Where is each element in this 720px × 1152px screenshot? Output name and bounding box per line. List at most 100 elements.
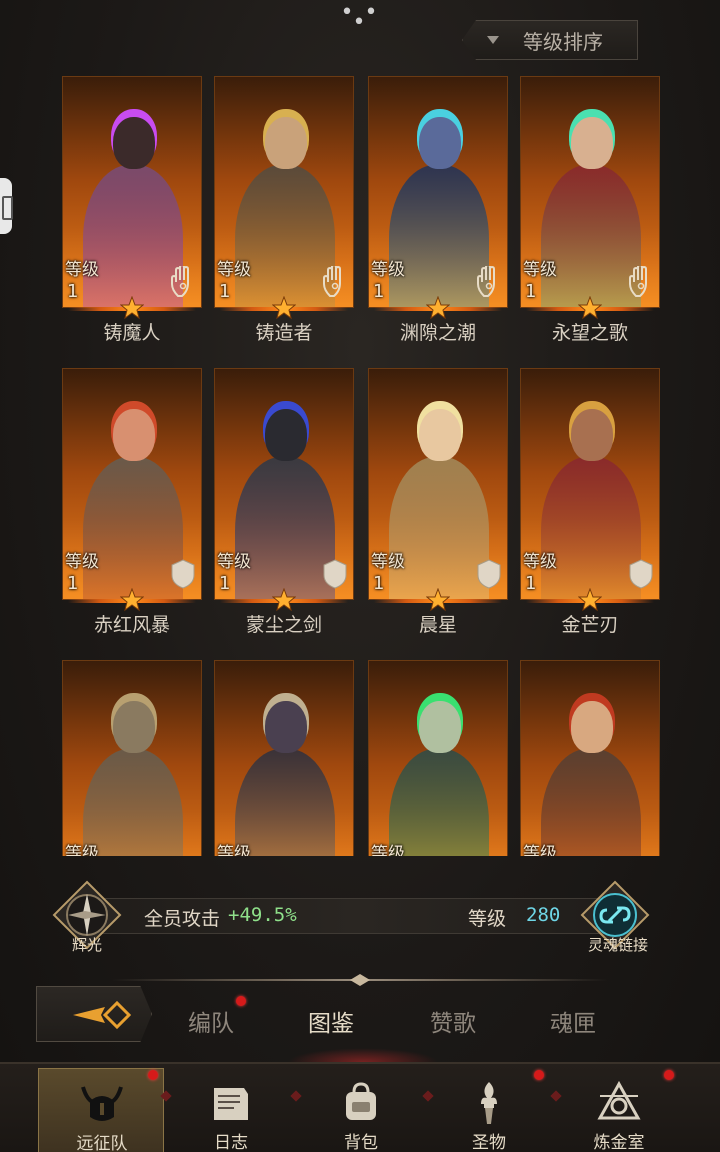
hero-card[interactable]: 等级 1 渊隙之潮 [368,76,508,354]
attack-bonus-value: +49.5% [228,904,297,926]
hero-card[interactable]: 等级 1 蒙尘之剑 [214,368,354,646]
hero-portrait [520,660,660,856]
formation-notification-dot [236,996,246,1006]
hero-name: 铸魔人 [103,322,161,344]
hero-collection-grid: 等级 1 铸魔人 等级 1 铸造者 等级 1 渊隙之潮 等级 1 永望之歌等级 1 赤红风暴 等级 1 蒙尘之剑… [62,76,662,856]
hero-card[interactable]: 等级 1 铸魔人 [62,76,202,354]
star-icon [271,587,297,612]
relics-notification-dot [534,1070,544,1080]
backpack-icon [336,1078,386,1128]
active-tab-indicator [288,1048,438,1062]
sort-label: 等级排序 [523,29,603,54]
rarity-star-bar [220,587,348,612]
hand-icon [170,263,196,298]
expedition-notification-dot [148,1070,158,1080]
hero-level-label: 等级 [217,844,251,856]
nav-journal-label: 日志 [214,1133,248,1152]
hero-card[interactable]: 等级 1 铸造者 [214,76,354,354]
caret-down-icon [487,36,499,44]
back-arrow-icon [73,1000,131,1030]
rarity-star-bar [68,587,196,612]
bottom-navigation: 远征队 日志 背包 圣物 炼金室 [0,1062,720,1152]
section-divider [112,974,608,986]
shield-icon [628,558,654,590]
hero-card[interactable]: 等级 1 金芒刃 [520,368,660,646]
hero-card[interactable]: 等级 1 赤红风暴 [62,368,202,646]
shield-icon [170,558,196,590]
hero-name: 蒙尘之剑 [245,614,322,636]
hero-card[interactable]: 等级 [214,660,354,856]
star-icon [425,295,451,320]
hero-name: 永望之歌 [551,322,628,344]
tab-formation[interactable]: 编队 [188,1004,234,1038]
hero-card[interactable]: 等级 1 永望之歌 [520,76,660,354]
total-level-label: 等级 [468,908,507,930]
hero-level-label: 等级 [217,552,251,572]
hero-level-label: 等级 [371,844,405,856]
hero-name: 赤红风暴 [93,614,170,636]
hero-level-label: 等级 [217,260,251,280]
hero-name: 晨星 [418,614,457,636]
rarity-star-bar [374,295,502,320]
nav-alchemy-room[interactable]: 炼金室 [556,1068,682,1152]
radiance-caption: 辉光 [71,936,102,954]
hero-level-label: 等级 [65,844,99,856]
hero-card[interactable]: 等级 [520,660,660,856]
hero-level-label: 等级 [523,552,557,572]
star-icon [271,295,297,320]
sort-by-level-button[interactable]: 等级排序 [462,20,638,60]
hand-icon [628,263,654,298]
rarity-star-bar [374,587,502,612]
shield-icon [322,558,348,590]
alchemy-notification-dot [664,1070,674,1080]
hero-portrait [214,660,354,856]
hero-level-label: 等级 [65,552,99,572]
nav-expedition[interactable]: 远征队 [38,1068,164,1152]
star-icon [119,587,145,612]
rarity-star-bar [526,587,654,612]
hero-name: 渊隙之潮 [399,322,476,344]
attack-bonus-label: 全员攻击 [144,908,221,930]
hero-level-label: 等级 [523,844,557,856]
nav-journal[interactable]: 日志 [168,1068,294,1152]
tab-anthem[interactable]: 赞歌 [430,1004,476,1038]
star-icon [577,587,603,612]
hand-icon [476,263,502,298]
hand-icon [322,263,348,298]
tab-soul-casket[interactable]: 魂匣 [550,1004,596,1038]
nav-backpack[interactable]: 背包 [298,1068,424,1152]
hero-card[interactable]: 等级 1 晨星 [368,368,508,646]
collection-bonus-bar: 辉光 全员攻击 +49.5% 等级 280 灵魂链接 [44,876,676,956]
nav-expedition-label: 远征队 [76,1134,128,1152]
hero-card[interactable]: 等级 [62,660,202,856]
alchemy-icon [594,1078,644,1128]
hero-portrait [62,660,202,856]
rarity-star-bar [220,295,348,320]
back-button[interactable] [36,986,152,1042]
hero-level-label: 等级 [65,260,99,280]
more-horizontal-icon[interactable]: • • • [338,2,382,34]
torch-icon [464,1078,514,1128]
sub-tab-bar: 编队 图鉴 赞歌 魂匣 [36,986,684,1062]
journal-icon [206,1078,256,1128]
hero-name: 金芒刃 [561,614,619,636]
app-screen: • • • 等级排序 等级 1 铸魔人 等级 1 铸造者 等级 1 渊隙之潮 等级 1 永望之歌 等级 1… [0,0,720,1152]
star-icon [119,295,145,320]
side-drawer-handle[interactable] [0,178,13,234]
nav-alchemy-label: 炼金室 [593,1133,645,1152]
hero-level-label: 等级 [523,260,557,280]
total-level-value: 280 [526,904,561,926]
rarity-star-bar [526,295,654,320]
star-icon [577,295,603,320]
horned-helmet-icon [77,1079,127,1129]
rarity-star-bar [68,295,196,320]
star-icon [425,587,451,612]
hero-card[interactable]: 等级 [368,660,508,856]
nav-relics[interactable]: 圣物 [426,1068,552,1152]
nav-relics-label: 圣物 [472,1133,506,1152]
hero-name: 铸造者 [255,322,313,344]
hero-portrait [368,660,508,856]
hero-level-label: 等级 [371,552,405,572]
soul-link-caption: 灵魂链接 [587,936,648,954]
tab-codex[interactable]: 图鉴 [308,1004,354,1038]
